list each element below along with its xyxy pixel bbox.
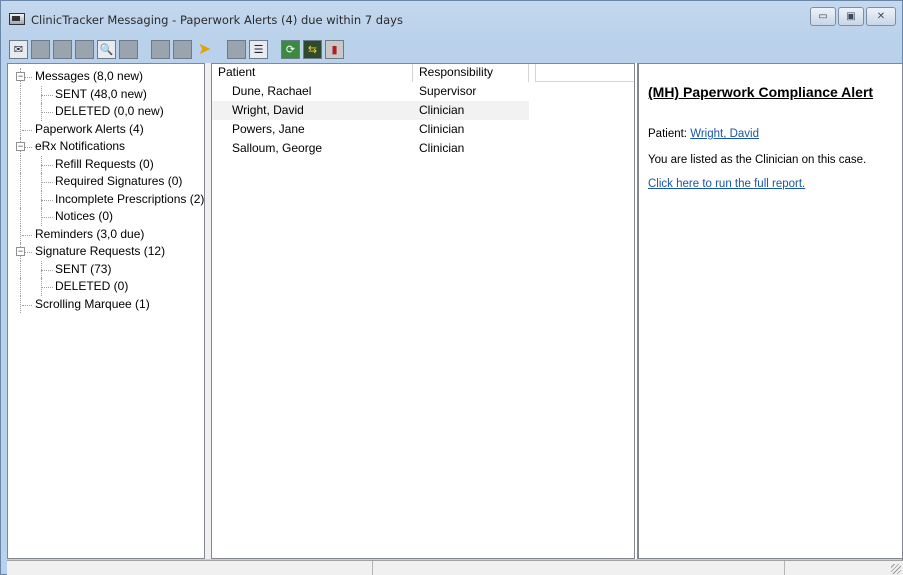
tree-item[interactable]: Refill Requests (0) [8,155,204,173]
print-icon[interactable] [119,39,138,59]
patient-line: Patient: Wright, David [648,128,902,140]
table-row[interactable]: Powers, Jane Clinician [212,120,634,139]
tree-item-label: Notices (0) [55,209,114,223]
tree-item-label: DELETED (0) [55,279,129,293]
sync-icon[interactable]: ⇆ [303,39,322,59]
list-header: Patient Responsibility [212,64,634,82]
marquee-icon[interactable]: ▮ [325,39,344,59]
window-controls: ▭ ▣ ✕ [810,7,896,26]
table-row[interactable]: Dune, Rachael Supervisor [212,82,634,101]
tree-item[interactable]: − eRx Notifications [8,138,204,156]
tree-item-label: DELETED (0,0 new) [55,104,164,118]
tree-item[interactable]: DELETED (0,0 new) [8,103,204,121]
list-rows: Dune, Rachael Supervisor Wright, David Clin… [212,82,634,158]
status-panel-2 [373,561,785,575]
tree-item-label: Scrolling Marquee (1) [35,296,150,311]
patient-label: Patient: [648,128,691,140]
tree-item-label: Reminders (3,0 due) [35,226,145,241]
tree-item-label: Paperwork Alerts (4) [35,121,144,136]
table-row[interactable]: Wright, David Clinician [212,101,529,120]
alert-list[interactable]: Patient Responsibility Dune, Rachael Supe… [211,63,635,559]
delete-icon[interactable] [151,39,170,59]
client-area: − Messages (8,0 new) SENT (48,0 new) DELETE… [7,63,903,559]
tree-expander-icon[interactable]: − [16,72,25,81]
tree-item[interactable]: − Messages (8,0 new) [8,68,204,86]
preview-icon[interactable]: 🔍 [97,39,116,59]
tree-item[interactable]: SENT (48,0 new) [8,85,204,103]
tree-item-label: Refill Requests (0) [55,156,154,171]
alert-title: (MH) Paperwork Compliance Alert [648,84,874,100]
minimize-button[interactable]: ▭ [810,7,836,26]
tree-item[interactable]: Notices (0) [8,208,204,226]
tree-item-label: Incomplete Prescriptions (2) [55,191,205,206]
tree-list: − Messages (8,0 new) SENT (48,0 new) DELETE… [8,64,204,313]
tree-item-label: Required Signatures (0) [55,174,183,188]
tree-expander-icon[interactable]: − [16,247,25,256]
cell-responsibility: Clinician [419,141,465,155]
full-report-link[interactable]: Click here to run the full report. [648,178,902,190]
tree-item-label: SENT (48,0 new) [55,86,147,101]
responsibility-message: You are listed as the Clinician on this … [648,154,867,166]
title-bar: ClinicTracker Messaging - Paperwork Aler… [1,1,902,35]
forward-icon[interactable] [75,39,94,59]
tree-item-label: SENT (73) [55,261,112,276]
app-icon [9,13,25,25]
reply-all-icon[interactable] [53,39,72,59]
tree-item[interactable]: − Signature Requests (12) [8,243,204,261]
flag-icon[interactable] [227,39,246,59]
tree-item[interactable]: Paperwork Alerts (4) [8,120,204,138]
tree-expander-icon[interactable]: − [16,142,25,151]
folder-tree[interactable]: − Messages (8,0 new) SENT (48,0 new) DELETE… [7,63,205,559]
maximize-button[interactable]: ▣ [838,7,864,26]
cell-patient: Wright, David [232,103,304,117]
reply-icon[interactable] [31,39,50,59]
cell-patient: Powers, Jane [232,122,305,136]
attach-icon[interactable] [173,39,192,59]
tree-item[interactable]: DELETED (0) [8,278,204,296]
tag-icon[interactable]: ➤ [195,40,214,59]
close-button[interactable]: ✕ [866,7,896,26]
detail-pane: (MH) Paperwork Compliance Alert Patient:… [637,63,903,559]
toolbar: ✉ 🔍 ➤ ☰ ⟳ ⇆ ▮ [9,37,347,61]
column-header-patient[interactable]: Patient [212,64,413,82]
column-header-empty [529,64,536,82]
patient-link[interactable]: Wright, David [690,128,759,140]
status-panel-1 [7,561,373,575]
tree-item[interactable]: Incomplete Prescriptions (2) [8,190,205,208]
cell-patient: Salloum, George [232,141,323,155]
refresh-icon[interactable]: ⟳ [281,39,300,59]
cell-responsibility: Clinician [419,103,465,117]
cell-responsibility: Supervisor [419,84,477,98]
resize-grip[interactable] [891,564,901,574]
notes-icon[interactable]: ☰ [249,39,268,59]
tree-item[interactable]: Reminders (3,0 due) [8,225,204,243]
tree-item[interactable]: SENT (73) [8,260,204,278]
app-window: ClinicTracker Messaging - Paperwork Aler… [0,0,903,575]
status-bar [7,560,903,575]
tree-item-label: Messages (8,0 new) [35,69,144,83]
cell-responsibility: Clinician [419,122,465,136]
status-panel-3 [785,561,885,575]
new-message-icon[interactable]: ✉ [9,39,28,59]
column-header-responsibility[interactable]: Responsibility [413,64,529,82]
tree-item[interactable]: Scrolling Marquee (1) [8,295,204,313]
table-row[interactable]: Salloum, George Clinician [212,139,634,158]
tree-item-label: Signature Requests (12) [35,244,166,258]
tree-item[interactable]: Required Signatures (0) [8,173,204,191]
cell-patient: Dune, Rachael [232,84,312,98]
tree-item-label: eRx Notifications [35,139,126,153]
window-title: ClinicTracker Messaging - Paperwork Aler… [31,13,403,27]
